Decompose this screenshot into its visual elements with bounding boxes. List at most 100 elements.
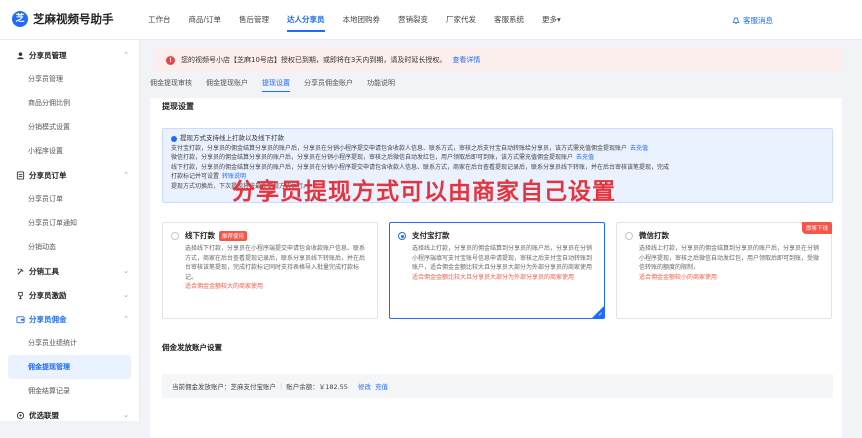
logo-icon: 芝 (12, 11, 28, 27)
card-title-row: 支付宝打款 (412, 230, 596, 241)
sidebar-group-label: 分享员管理 (29, 50, 67, 60)
withdraw-card-1[interactable]: 支付宝打款选择线上打款，分享员的佣金结算到分享员的账户后，分享员在分销小程序端填… (389, 222, 605, 319)
divider: | (280, 382, 283, 390)
nav-item-4[interactable]: 本地团购券 (343, 0, 381, 40)
nav-item-6[interactable]: 厂家代发 (446, 0, 476, 40)
tab-bar: 佣金提现审核 佣金提现账户 提现设置 分享员佣金账户 功能说明 (148, 72, 856, 94)
nav-item-5[interactable]: 营销裂变 (398, 0, 428, 40)
sidebar-item[interactable]: 佣金结算记录 (0, 379, 139, 403)
nav-item-8[interactable]: 更多▾ (542, 0, 561, 40)
wallet-icon (16, 315, 25, 323)
chevron-up-icon: ⌃ (123, 171, 129, 179)
sidebar-item[interactable]: 分销模式设置 (0, 115, 139, 139)
sidebar-group-label: 分享员激励 (29, 290, 67, 300)
nav-item-7[interactable]: 客服系统 (494, 0, 524, 40)
info-line-link[interactable]: 去充值 (630, 145, 648, 152)
sidebar-item[interactable]: 分享员订单 (0, 187, 139, 211)
expiry-alert: ! 您的视频号小店【芝麻10号店】授权已到期，或即将在3天内到期，请及时延长授权… (156, 48, 842, 72)
settings-panel: 提现设置 提现方式支持线上打款以及线下打款 支付宝打款，分享员的佣金结算分享员的… (150, 98, 842, 438)
trophy-icon (18, 291, 23, 299)
info-line-text: 支付宝打款，分享员的佣金结算分享员的账户后，分享员在分销小程序提交申请包含收款人… (171, 144, 628, 152)
sidebar-item[interactable]: 商品分佣比例 (0, 91, 139, 115)
radio-button[interactable] (398, 232, 406, 240)
info-line: 线下打款，分享员的佣金结算分享员的账户后，分享员在分销小程序提交申请包含收款人信… (171, 163, 824, 173)
bell-icon (732, 16, 740, 24)
sidebar-group-label: 分销工具 (29, 266, 59, 276)
sidebar-group-1[interactable]: 分享员订单 ⌃ (0, 163, 139, 187)
sidebar-group-4[interactable]: 分享员佣金 ⌃ (0, 307, 139, 331)
recommend-badge: 推荐使用 (219, 230, 248, 241)
sidebar-item[interactable]: 分享员订单通知 (0, 211, 139, 235)
info-line-link[interactable]: 去充值 (576, 154, 594, 161)
sidebar-group-label: 优选联盟 (29, 410, 59, 420)
sidebar-group-left: 分享员管理 (16, 50, 67, 61)
radio-button[interactable] (171, 232, 179, 240)
service-messages[interactable]: 客服消息 (732, 15, 773, 26)
card-title-row: 微信打款 (639, 230, 823, 241)
chevron-down-icon: ⌄ (123, 411, 129, 419)
sidebar-group-label: 分享员订单 (29, 170, 67, 180)
sidebar-item[interactable]: 佣金提现管理 (8, 355, 131, 379)
recharge-link[interactable]: 充值 (375, 381, 388, 391)
nav-item-2[interactable]: 售后管理 (239, 0, 269, 40)
tab-1[interactable]: 佣金提现账户 (206, 72, 248, 94)
card-desc: 选择线上打款，分享员的佣金结算到分享员的账户后，分享员在分销小程序提现，审核之后… (639, 245, 820, 271)
app-title: 芝麻视频号助手 (33, 12, 114, 26)
tab-3[interactable]: 分享员佣金账户 (304, 72, 353, 94)
info-heading: 提现方式支持线上打款以及线下打款 (171, 134, 824, 144)
sidebar: 分享员管理 ⌃ 分享员管理 商品分佣比例 分销模式设置 小程序设置 分享员订单 ⌃ 分享员订单分… (0, 40, 140, 421)
account-section-title: 佣金发放账户设置 (162, 343, 222, 352)
nav-item-3[interactable]: 达人分享员 (287, 0, 325, 40)
chevron-down-icon: ⌄ (123, 267, 129, 275)
sidebar-item[interactable]: 小程序设置 (0, 139, 139, 163)
info-line-text: 打款标记并可设置 (171, 173, 220, 180)
sidebar-group-2[interactable]: 分销工具 ⌄ (0, 259, 139, 283)
chevron-up-icon: ⌃ (123, 315, 129, 323)
sidebar-item[interactable]: 分享员业绩统计 (0, 331, 139, 355)
radio-button[interactable] (625, 232, 633, 240)
nav-item-0[interactable]: 工作台 (148, 0, 171, 40)
withdraw-card-2[interactable]: 微信打款 即将下线 选择线上打款，分享员的佣金结算到分享员的账户后，分享员在分销小程… (616, 222, 832, 319)
card-note: 适合佣金金额较大的商家使用 (185, 283, 264, 290)
sidebar-item[interactable]: 分享员管理 (0, 67, 139, 91)
service-label: 客服消息 (743, 16, 773, 25)
info-line-text: 微信打款，分享员的佣金结算分享员的账户后，分享员在分销小程序提现，审核之后微信自… (171, 154, 574, 161)
card-note: 适合佣金金额较小的商家使用 (639, 273, 718, 281)
info-line: 支付宝打款，分享员的佣金结算分享员的账户后，分享员在分销小程序提交申请包含收款人… (171, 144, 824, 154)
account-balance: 账户余额：￥182.55 (286, 383, 348, 391)
check-icon: ✓ (597, 311, 603, 318)
card-desc: 选择线下打款，分享员在小程序端提交申请包含收款账户信息、联系方式，商家在后台查看… (185, 245, 366, 281)
card-title: 线下打款 (185, 231, 215, 240)
account-label: 当前佣金发放账户：芝麻支付宝账户 (172, 383, 276, 391)
tab-4[interactable]: 功能说明 (367, 72, 395, 94)
main-content: ! 您的视频号小店【芝麻10号店】授权已到期，或即将在3天内到期，请及时延长授权… (148, 40, 856, 438)
sidebar-group-5[interactable]: 优选联盟 ⌄ (0, 403, 139, 427)
card-title-row: 线下打款 推荐使用 (185, 230, 369, 241)
sidebar-group-0[interactable]: 分享员管理 ⌃ (0, 43, 139, 67)
card-desc: 选择线上打款，分享员的佣金结算到分享员的账户后，分享员在分销小程序端填写支付宝账… (412, 245, 593, 271)
sidebar-item[interactable]: 分销动态 (0, 235, 139, 259)
app-logo[interactable]: 芝 芝麻视频号助手 (12, 11, 114, 27)
account-row: 当前佣金发放账户：芝麻支付宝账户 | 账户余额：￥182.55 修改 充值 (162, 374, 833, 398)
sidebar-group-left: 分享员订单 (16, 170, 67, 181)
nav-item-1[interactable]: 商品/订单 (189, 0, 222, 40)
top-nav: 工作台 商品/订单 售后管理 达人分享员 本地团购券 营销裂变 厂家代发 客服系统 更多▾ (148, 0, 561, 40)
sidebar-group-left: 分销工具 (16, 266, 59, 277)
modify-link[interactable]: 修改 (358, 381, 371, 391)
sidebar-group-left: 优选联盟 (16, 410, 59, 421)
tools-icon (17, 267, 24, 275)
alert-detail-link[interactable]: 查看详情 (452, 55, 480, 65)
orders-icon (16, 170, 25, 180)
top-bar: 芝 芝麻视频号助手 工作台 商品/订单 售后管理 达人分享员 本地团购券 营销裂变 厂家代发… (0, 0, 862, 40)
info-line: 微信打款，分享员的佣金结算分享员的账户后，分享员在分销小程序提现，审核之后微信自… (171, 153, 824, 163)
tab-2[interactable]: 提现设置 (262, 72, 290, 94)
tab-0[interactable]: 佣金提现审核 (150, 72, 192, 94)
card-title: 支付宝打款 (412, 231, 450, 240)
withdraw-method-cards: 线下打款 推荐使用选择线下打款，分享员在小程序端提交申请包含收款账户信息、联系方式… (162, 222, 833, 319)
sidebar-group-3[interactable]: 分享员激励 ⌄ (0, 283, 139, 307)
section-title: 提现设置 (162, 102, 194, 111)
sidebar-group-left: 分享员佣金 (16, 314, 67, 325)
withdraw-card-0[interactable]: 线下打款 推荐使用选择线下打款，分享员在小程序端提交申请包含收款账户信息、联系方式… (162, 222, 378, 319)
users-icon (17, 51, 24, 59)
sidebar-group-label: 分享员佣金 (29, 314, 67, 324)
